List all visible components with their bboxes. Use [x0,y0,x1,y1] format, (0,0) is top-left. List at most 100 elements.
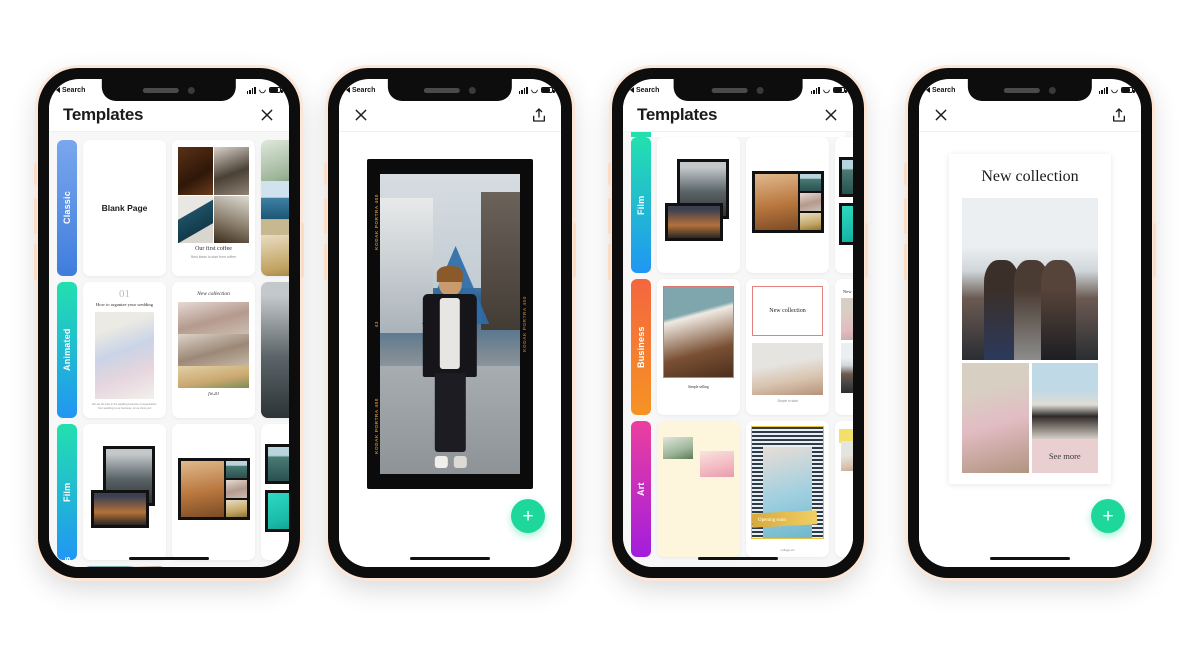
template-card-product-chair[interactable]: Simple selling [657,279,740,415]
template-card-partial-c[interactable] [261,566,289,567]
film-frame-number: 43 [373,320,379,328]
close-icon[interactable] [353,107,369,123]
template-card-wedding[interactable]: 01 How to organize your wedding We are t… [83,282,166,418]
photo-viewer[interactable]: KODAK PORTRA 400 43 KODAK PORTRA 400 KOD… [339,132,561,567]
template-card-film-vertical[interactable] [261,424,289,560]
template-card-film-vertical[interactable] [835,137,853,273]
phone-templates-scrolled: Search ◡ Templates Film Business Simple … [608,68,868,578]
status-back-link[interactable]: Search [926,87,955,94]
status-back-link[interactable]: Search [630,87,659,94]
app-header: Templates [623,99,853,131]
template-number: 01 [119,288,130,300]
category-cards: Opening soon collage.art [657,421,853,557]
add-button[interactable]: + [511,499,545,533]
volume-down-button[interactable] [324,244,327,280]
category-label: Art [636,482,646,496]
signal-bars-icon [246,86,257,94]
photo-gown [841,297,853,340]
volume-down-button[interactable] [904,244,907,280]
add-button[interactable]: + [1091,499,1125,533]
volume-down-button[interactable] [608,244,611,280]
speaker-slot [142,87,179,93]
category-cards [657,137,853,273]
photo-interior [841,441,853,471]
collection-preview[interactable]: New collection See more + [919,132,1141,567]
film-strip [178,458,250,520]
volume-up-button[interactable] [608,198,611,234]
status-back-link[interactable]: Search [346,87,375,94]
templates-scroll-area[interactable]: Film Business Simple selling New collect… [623,132,853,567]
close-icon[interactable] [823,107,839,123]
template-card-partial-a[interactable] [83,566,166,567]
status-indicators: ◡ [1098,86,1135,94]
photo-cliff [799,174,821,192]
category-cards: 01 How to organize your wedding We are t… [83,282,289,418]
mute-switch[interactable] [34,163,37,185]
template-thumb [261,140,289,276]
category-row-art: Art Opening soon collage.art [623,421,853,563]
volume-up-button[interactable] [34,198,37,234]
template-card-collage-floral[interactable] [835,421,853,557]
signal-bars-icon [1098,86,1109,94]
notch [101,79,237,101]
photo-teal [842,206,853,242]
category-tab-film[interactable]: Film [57,424,77,560]
volume-down-button[interactable] [34,244,37,280]
back-caret-icon [630,87,634,93]
category-tab-film[interactable]: Film [631,137,651,273]
status-indicators: ◡ [246,86,283,94]
close-icon[interactable] [259,107,275,123]
mute-switch[interactable] [608,163,611,185]
photo-field [799,212,821,230]
mute-switch[interactable] [324,163,327,185]
status-back-link[interactable]: Search [56,87,85,94]
template-card-poster[interactable]: Opening soon collage.art [746,421,829,557]
photo-cliff [268,447,289,481]
template-card-blank-page[interactable]: Blank Page [83,140,166,276]
category-tab-business[interactable]: Business [57,556,77,567]
power-button[interactable] [573,223,576,277]
front-camera-dot [469,86,476,94]
template-card-film-strip[interactable] [746,137,829,273]
category-tab-animated[interactable]: Animated [57,282,77,418]
template-thumb: Opening soon collage.art [746,421,829,557]
screenshot-stage: Search ◡ Templates Classic Blank Page Ou… [0,0,1200,669]
template-card-coffee[interactable]: Our first coffee Best ideas to start fro… [172,140,255,276]
share-icon[interactable] [1111,107,1127,123]
category-tab-business[interactable]: Business [631,279,651,415]
close-icon[interactable] [933,107,949,123]
template-card-film-stack[interactable] [657,137,740,273]
battery-icon [269,87,283,93]
template-card-collage-yellow[interactable] [657,421,740,557]
templates-scroll-area[interactable]: Classic Blank Page Our first coffee Best… [49,132,289,567]
category-label: Business [62,556,72,567]
page-title: Templates [63,105,144,124]
template-card-city-dark[interactable] [261,282,289,418]
template-thumb: Simple selling [657,279,740,415]
see-more-button[interactable]: See more [1031,439,1098,473]
volume-up-button[interactable] [904,198,907,234]
template-card-new-collection[interactable]: New collection Simple to start [746,279,829,415]
template-card-partial-b[interactable] [172,566,255,567]
share-icon[interactable] [531,107,547,123]
photo-teal [268,493,289,529]
power-button[interactable] [1153,223,1156,277]
category-tab-classic[interactable]: Classic [57,140,77,276]
phone-collection-preview: Search ◡ New collection See more + [904,68,1156,578]
category-row-business: Business Simple selling New collection S… [623,279,853,421]
mute-switch[interactable] [904,163,907,185]
template-card-film-strip[interactable] [172,424,255,560]
home-indicator [990,556,1070,560]
photo-alley [261,282,289,418]
template-card-nature[interactable] [261,140,289,276]
category-row-film: Film [623,137,853,279]
volume-up-button[interactable] [324,198,327,234]
power-button[interactable] [865,223,868,277]
template-card-film-stack[interactable] [83,424,166,560]
status-back-label: Search [932,86,956,94]
person-shirt [439,297,461,369]
power-button[interactable] [301,223,304,277]
template-card-lookbook[interactable]: New collection fw.20 [172,282,255,418]
template-card-product-new[interactable]: New [835,279,853,415]
category-tab-art[interactable]: Art [631,421,651,557]
